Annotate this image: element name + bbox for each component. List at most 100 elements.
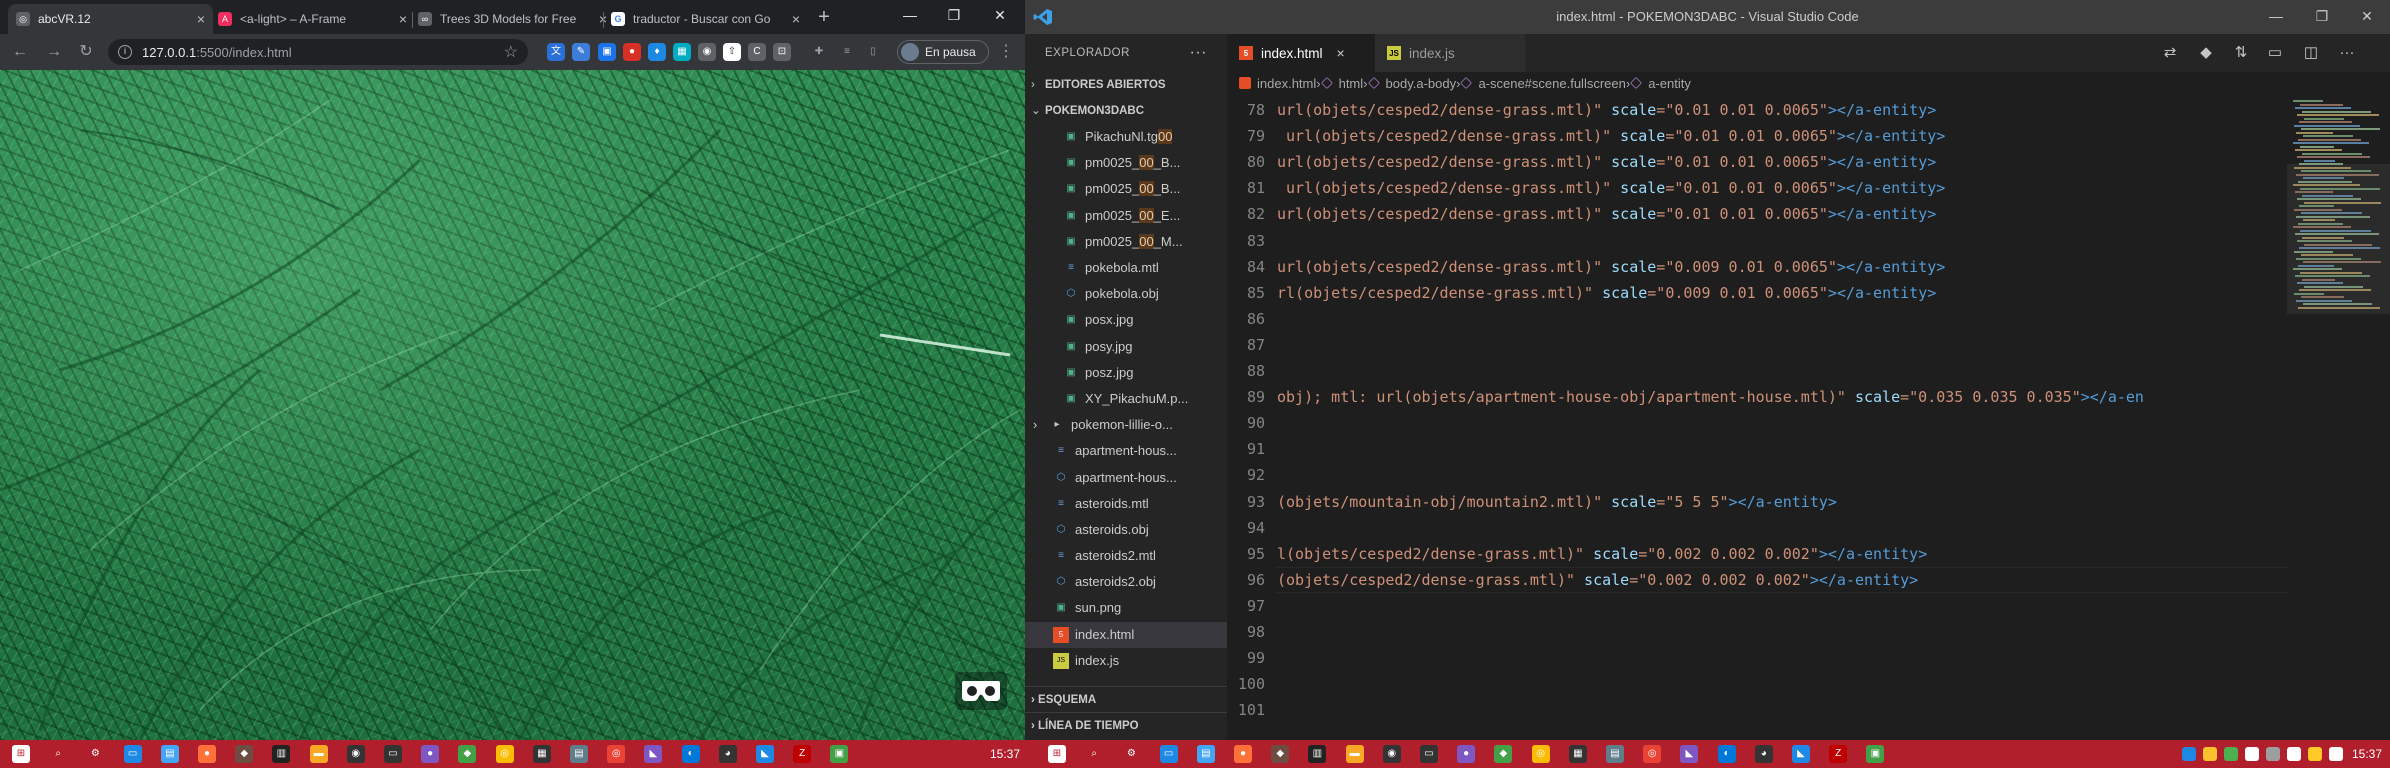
browser-tab-2[interactable]: ∞ Trees 3D Models for Free × [410, 4, 615, 34]
breadcrumb-item[interactable]: body.a-body [1367, 76, 1456, 91]
code-line[interactable]: 87 [1227, 332, 2287, 358]
browser-tab-0[interactable]: ◎ abcVR.12 × [8, 4, 213, 34]
open-editors-section[interactable]: › EDITORES ABIERTOS [1025, 72, 1227, 98]
extensions-puzzle-icon[interactable]: ✚ [810, 43, 828, 61]
grid-extension-icon[interactable]: ▦ [673, 43, 691, 61]
file-item[interactable]: ▣ posz.jpg [1025, 360, 1227, 386]
git-branch-icon[interactable]: ◆ [2196, 43, 2216, 63]
code-line[interactable]: 93 (objets/mountain-obj/mountain2.mtl)" s… [1227, 489, 2287, 515]
keyboard-icon[interactable] [2287, 747, 2301, 761]
edge-icon[interactable]: ◐ [1717, 745, 1736, 763]
code-line[interactable]: 82 url(objets/cesped2/dense-grass.mtl)" s… [1227, 201, 2287, 227]
aframe-scene-canvas[interactable] [0, 70, 1025, 740]
code-line[interactable]: 81 url(objets/cesped2/dense-grass.mtl)" … [1227, 175, 2287, 201]
app-icon[interactable]: ▣ [830, 745, 849, 763]
sync-changes-icon[interactable]: ⇅ [2231, 43, 2251, 63]
code-line[interactable]: 97 [1227, 593, 2287, 619]
minimap-slider[interactable] [2287, 164, 2390, 314]
drop-extension-icon[interactable]: ♦ [648, 43, 666, 61]
task-view-icon[interactable]: ▭ [123, 745, 142, 763]
address-bar[interactable]: i 127.0.0.1 :5500/index.html ☆ [108, 39, 528, 65]
minimize-button[interactable]: — [887, 0, 933, 32]
code-line[interactable]: 98 [1227, 619, 2287, 645]
obs-icon[interactable]: ◉ [346, 745, 365, 763]
tray-icon[interactable] [2182, 747, 2196, 761]
restore-button[interactable]: ❐ [2299, 0, 2345, 34]
file-item[interactable]: ▣ PikachuNl.tg00 [1025, 124, 1227, 150]
file-item[interactable]: ⬡ asteroids2.obj [1025, 569, 1227, 595]
open-preview-icon[interactable]: ▭ [2265, 43, 2285, 63]
side-panel-icon[interactable]: ▯ [864, 43, 882, 61]
code-line[interactable]: 83 [1227, 228, 2287, 254]
close-window-button[interactable]: ✕ [977, 0, 1023, 32]
app-icon[interactable] [2308, 747, 2322, 761]
reload-icon[interactable]: ↻ [74, 40, 98, 64]
code-line[interactable]: 100 [1227, 671, 2287, 697]
more-actions-icon[interactable]: ··· [2337, 43, 2357, 63]
code-line[interactable]: 92 [1227, 462, 2287, 488]
folder-item[interactable]: › ▸ pokemon-lillie-o... [1025, 412, 1227, 438]
code-line[interactable]: 88 [1227, 358, 2287, 384]
file-explorer-icon[interactable]: ▬ [309, 745, 328, 763]
file-item[interactable]: ≡ asteroids2.mtl [1025, 543, 1227, 569]
record-extension-icon[interactable]: ● [623, 43, 641, 61]
calculator-icon[interactable]: ▦ [532, 745, 551, 763]
new-tab-button[interactable]: + [812, 6, 836, 30]
vscode-icon[interactable]: ◣ [1792, 745, 1810, 763]
minimize-button[interactable]: — [2253, 0, 2299, 34]
pen-extension-icon[interactable]: ✎ [572, 43, 590, 61]
file-item[interactable]: ▣ pm0025_00_B... [1025, 150, 1227, 176]
task-view-icon[interactable]: ▭ [1159, 745, 1178, 763]
windows-start-icon[interactable]: ⊞ [1048, 745, 1066, 763]
settings-icon[interactable]: ⚙ [86, 745, 104, 763]
screenshot-extension-icon[interactable]: ▣ [598, 43, 616, 61]
code-line[interactable]: 94 [1227, 515, 2287, 541]
chrome-icon[interactable]: ◎ [1531, 745, 1550, 763]
github-icon[interactable]: ◕ [718, 745, 737, 763]
app-icon[interactable]: ▥ [272, 745, 291, 763]
obs-icon[interactable]: ◉ [1382, 745, 1401, 763]
firefox-icon[interactable]: ● [1234, 745, 1252, 763]
code-line[interactable]: 84 url(objets/cesped2/dense-grass.mtl)" s… [1227, 254, 2287, 280]
app-icon[interactable]: ◆ [235, 745, 254, 763]
code-line[interactable]: 80 url(objets/cesped2/dense-grass.mtl)" s… [1227, 149, 2287, 175]
chevron-up-icon[interactable] [2329, 747, 2343, 761]
file-item[interactable]: ⬡ asteroids.obj [1025, 517, 1227, 543]
file-explorer-icon[interactable]: ▬ [1345, 745, 1364, 763]
code-line[interactable]: 85 rl(objets/cesped2/dense-grass.mtl)" sc… [1227, 280, 2287, 306]
code-editor[interactable]: 78 url(objets/cesped2/dense-grass.mtl)" s… [1227, 94, 2287, 740]
more-actions-icon[interactable]: ··· [1190, 34, 1207, 72]
code-line[interactable]: 90 [1227, 410, 2287, 436]
project-section[interactable]: ⌄ POKEMON3DABC [1025, 98, 1227, 124]
volume-icon[interactable] [2245, 747, 2259, 761]
file-item[interactable]: ⬡ apartment-hous... [1025, 464, 1227, 490]
file-item[interactable]: ≡ apartment-hous... [1025, 438, 1227, 464]
restore-button[interactable]: ❐ [931, 0, 977, 32]
c-extension-icon[interactable]: C [748, 43, 766, 61]
code-line[interactable]: 86 [1227, 306, 2287, 332]
file-item[interactable]: ≡ asteroids.mtl [1025, 491, 1227, 517]
visual-studio-icon[interactable]: ◣ [1680, 745, 1699, 763]
chrome-icon[interactable]: ◎ [1643, 745, 1662, 763]
settings-icon[interactable]: ⚙ [1122, 745, 1140, 763]
file-item[interactable]: JS index.js [1025, 648, 1227, 674]
github-icon[interactable]: ◕ [1754, 745, 1773, 763]
breadcrumb-item[interactable]: a-scene#scene.fullscreen [1460, 76, 1626, 91]
file-item[interactable]: ▣ pm0025_00_B... [1025, 176, 1227, 202]
search-icon[interactable]: ⌕ [1085, 745, 1103, 763]
app-icon[interactable]: ● [1457, 745, 1476, 763]
file-item[interactable]: ▣ pm0025_00_E... [1025, 203, 1227, 229]
split-editor-icon[interactable]: ◫ [2301, 43, 2321, 63]
calculator-icon[interactable]: ▦ [1568, 745, 1587, 763]
file-item[interactable]: ▣ XY_PikachuM.p... [1025, 386, 1227, 412]
search-icon[interactable]: ⌕ [49, 745, 67, 763]
close-window-button[interactable]: ✕ [2344, 0, 2390, 34]
filezilla-icon[interactable]: Z [1829, 745, 1848, 763]
editor-tab-index-js[interactable]: JS index.js [1375, 34, 1525, 72]
back-icon[interactable]: ← [8, 40, 32, 64]
tray-icon[interactable] [2203, 747, 2217, 761]
code-line[interactable]: 79 url(objets/cesped2/dense-grass.mtl)" … [1227, 123, 2287, 149]
windows-start-icon[interactable]: ⊞ [12, 745, 30, 763]
close-icon[interactable]: × [792, 11, 800, 27]
close-icon[interactable]: × [399, 11, 407, 27]
